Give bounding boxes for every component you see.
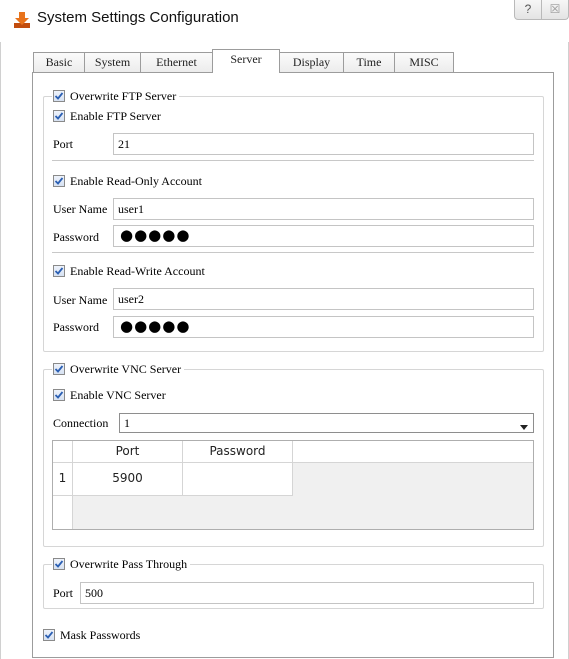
window-title: System Settings Configuration xyxy=(37,9,239,26)
tab-misc[interactable]: MISC xyxy=(394,52,454,72)
overwrite-vnc-label: Overwrite VNC Server xyxy=(70,361,182,376)
tab-display[interactable]: Display xyxy=(279,52,344,72)
mask-passwords-checkbox[interactable]: Mask Passwords xyxy=(43,627,140,643)
readwrite-password-input[interactable]: ●●●●● xyxy=(113,316,534,338)
checkbox-icon xyxy=(53,265,65,277)
column-header-filler xyxy=(293,441,533,463)
table-cell-port[interactable]: 5900 xyxy=(73,463,183,496)
vnc-port-table: Port Password 1 5900 xyxy=(52,440,534,530)
pass-through-port-label: Port xyxy=(53,586,74,600)
checkbox-icon xyxy=(53,389,65,401)
overwrite-pass-through-label: Overwrite Pass Through xyxy=(70,556,188,571)
readonly-password-input[interactable]: ●●●●● xyxy=(113,225,534,247)
column-header-password[interactable]: Password xyxy=(183,441,293,463)
checkbox-icon xyxy=(53,558,65,570)
divider xyxy=(52,160,534,161)
overwrite-ftp-checkbox[interactable]: Overwrite FTP Server xyxy=(52,88,180,104)
help-button[interactable]: ? xyxy=(514,0,542,20)
row-header-filler xyxy=(53,496,73,529)
enable-readwrite-checkbox[interactable]: Enable Read-Write Account xyxy=(53,263,205,279)
connection-select[interactable]: 1 xyxy=(119,413,534,433)
overwrite-vnc-checkbox[interactable]: Overwrite VNC Server xyxy=(52,361,185,377)
tab-server[interactable]: Server xyxy=(212,49,280,73)
chevron-down-icon xyxy=(519,419,529,430)
checkbox-icon xyxy=(53,175,65,187)
enable-readonly-checkbox[interactable]: Enable Read-Only Account xyxy=(53,173,202,189)
column-header-port[interactable]: Port xyxy=(73,441,183,463)
readonly-username-input[interactable]: user1 xyxy=(113,198,534,220)
enable-vnc-checkbox[interactable]: Enable VNC Server xyxy=(53,387,166,403)
row-header[interactable]: 1 xyxy=(53,463,73,496)
tab-time[interactable]: Time xyxy=(343,52,395,72)
checkbox-icon xyxy=(53,90,65,102)
mask-passwords-label: Mask Passwords xyxy=(60,627,141,642)
checkbox-icon xyxy=(43,629,55,641)
readwrite-username-input[interactable]: user2 xyxy=(113,288,534,310)
enable-vnc-label: Enable VNC Server xyxy=(70,387,166,402)
divider xyxy=(52,252,534,253)
checkbox-icon xyxy=(53,363,65,375)
ftp-port-label: Port xyxy=(53,137,74,151)
table-corner xyxy=(53,441,73,463)
enable-readwrite-label: Enable Read-Write Account xyxy=(70,263,205,278)
tab-system[interactable]: System xyxy=(84,52,141,72)
readwrite-password-label: Password xyxy=(53,320,100,334)
download-arrow-icon xyxy=(13,11,31,29)
ftp-port-input[interactable]: 21 xyxy=(113,133,534,155)
connection-label: Connection xyxy=(53,416,109,430)
readwrite-username-label: User Name xyxy=(53,293,108,307)
overwrite-pass-through-checkbox[interactable]: Overwrite Pass Through xyxy=(52,556,191,572)
connection-value: 1 xyxy=(124,416,130,430)
tab-basic[interactable]: Basic xyxy=(33,52,85,72)
window-frame-left xyxy=(0,42,1,659)
checkbox-icon xyxy=(53,110,65,122)
close-button[interactable]: ☒ xyxy=(541,0,569,20)
enable-readonly-label: Enable Read-Only Account xyxy=(70,173,202,188)
table-cell-password[interactable] xyxy=(183,463,293,496)
overwrite-ftp-label: Overwrite FTP Server xyxy=(70,88,177,103)
readonly-password-label: Password xyxy=(53,230,100,244)
pass-through-port-input[interactable]: 500 xyxy=(80,582,534,604)
readonly-username-label: User Name xyxy=(53,202,108,216)
enable-ftp-label: Enable FTP Server xyxy=(70,108,161,123)
enable-ftp-checkbox[interactable]: Enable FTP Server xyxy=(53,108,161,124)
tab-ethernet[interactable]: Ethernet xyxy=(140,52,213,72)
